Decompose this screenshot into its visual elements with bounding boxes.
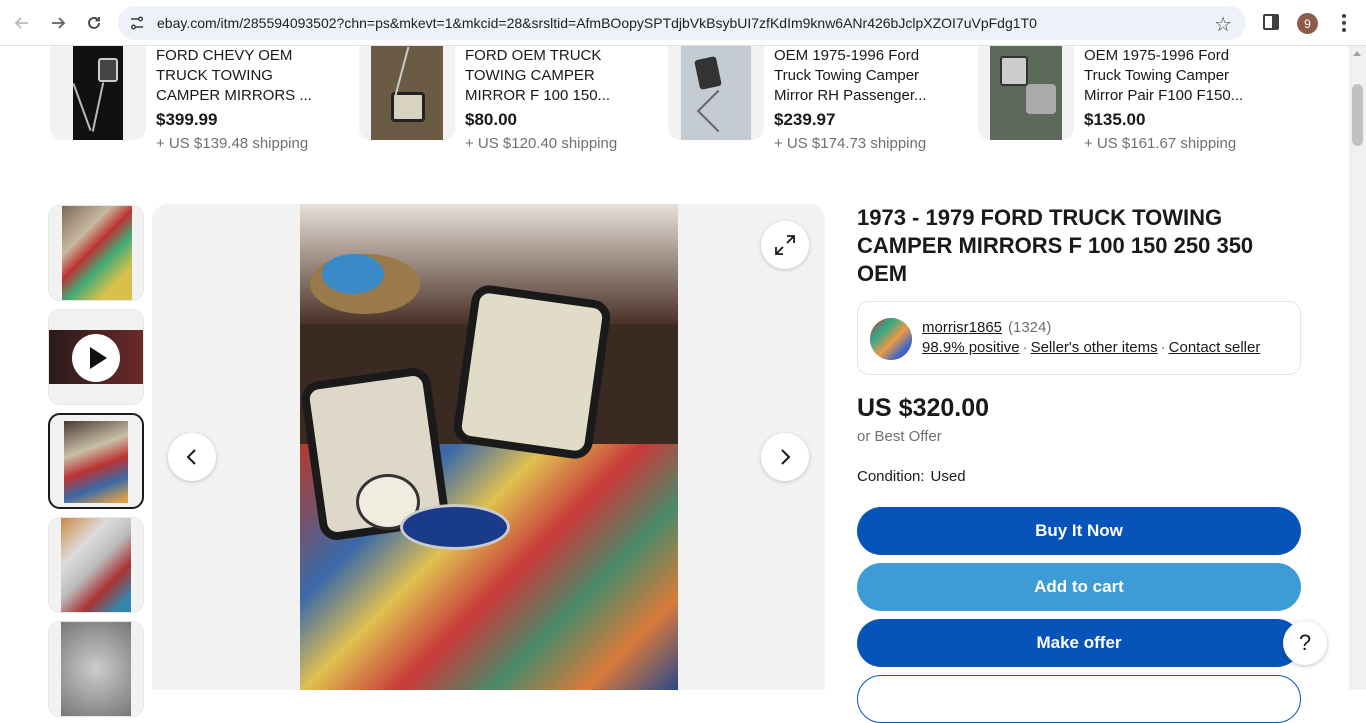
similar-item-shipping: + US $161.67 shipping (1084, 135, 1237, 152)
similar-item-image[interactable] (50, 46, 146, 140)
page-scrollbar[interactable] (1349, 46, 1366, 690)
address-bar[interactable]: ebay.com/itm/285594093502?chn=ps&mkevt=1… (118, 6, 1246, 40)
add-to-cart-button[interactable]: Add to cart (857, 563, 1301, 611)
scroll-thumb[interactable] (1352, 84, 1363, 146)
seller-avatar[interactable] (870, 318, 912, 360)
similar-item-title[interactable]: OEM 1975-1996 Ford Truck Towing Camper M… (1084, 46, 1244, 106)
separator-dot: · (1022, 339, 1028, 356)
similar-item-title[interactable]: FORD CHEVY OEM TRUCK TOWING CAMPER MIRRO… (156, 46, 316, 106)
make-offer-button[interactable]: Make offer (857, 619, 1301, 667)
condition-label: Condition: (857, 468, 925, 485)
star-icon[interactable]: ☆ (1214, 12, 1232, 37)
similar-item-card[interactable]: OEM 1975-1996 Ford Truck Towing Camper M… (668, 46, 958, 166)
reload-button[interactable] (80, 9, 108, 37)
side-panel-icon[interactable] (1263, 14, 1279, 30)
seller-positive-link[interactable]: 98.9% positive (922, 339, 1020, 356)
arrow-right-icon (52, 17, 66, 29)
similar-item-price: $399.99 (156, 110, 218, 129)
url-text: ebay.com/itm/285594093502?chn=ps&mkevt=1… (157, 15, 1037, 31)
gallery-thumbnail[interactable] (48, 621, 144, 717)
seller-other-items-link[interactable]: Seller's other items (1031, 339, 1158, 356)
previous-image-button[interactable] (168, 433, 216, 481)
expand-button[interactable] (761, 221, 809, 269)
similar-item-card[interactable]: OEM 1975-1996 Ford Truck Towing Camper M… (978, 46, 1268, 166)
gallery-thumbnail[interactable] (48, 205, 144, 301)
arrow-left-icon (14, 17, 28, 29)
best-offer-label: or Best Offer (857, 428, 942, 445)
chevron-left-icon (186, 449, 196, 465)
expand-icon (775, 235, 795, 255)
buy-it-now-button[interactable]: Buy It Now (857, 507, 1301, 555)
chevron-right-icon (781, 449, 791, 465)
play-icon[interactable] (72, 334, 120, 382)
similar-item-image[interactable] (359, 46, 455, 140)
item-price: US $320.00 (857, 394, 990, 422)
similar-item-shipping: + US $174.73 shipping (774, 135, 927, 152)
similar-item-shipping: + US $120.40 shipping (465, 135, 618, 152)
similar-item-price: $80.00 (465, 110, 517, 129)
scroll-up-arrow-icon[interactable] (1353, 51, 1361, 56)
gallery-thumbnail[interactable] (48, 517, 144, 613)
separator-dot: · (1160, 339, 1166, 356)
reload-icon (88, 17, 100, 29)
similar-item-image[interactable] (978, 46, 1074, 140)
next-image-button[interactable] (761, 433, 809, 481)
seller-card: morrisr1865 (1324) 98.9% positive · Seller… (857, 301, 1301, 375)
seller-feedback-count: (1324) (1008, 319, 1052, 336)
watchlist-button[interactable] (857, 675, 1301, 723)
condition-value[interactable]: Used (931, 468, 966, 485)
contact-seller-link[interactable]: Contact seller (1169, 339, 1261, 356)
browser-menu-icon[interactable] (1334, 10, 1354, 36)
condition-row: Condition: Used (857, 468, 966, 485)
seller-links: 98.9% positive · Seller's other items · Cont… (922, 339, 1260, 356)
tune-icon[interactable] (128, 14, 146, 32)
similar-item-shipping: + US $139.48 shipping (156, 135, 309, 152)
similar-item-card[interactable]: FORD OEM TRUCK TOWING CAMPER MIRROR F 10… (359, 46, 649, 166)
similar-item-title[interactable]: OEM 1975-1996 Ford Truck Towing Camper M… (774, 46, 934, 106)
forward-button[interactable] (44, 9, 72, 37)
profile-avatar[interactable]: 9 (1297, 13, 1318, 34)
similar-item-price: $135.00 (1084, 110, 1146, 129)
item-title: 1973 - 1979 FORD TRUCK TOWING CAMPER MIR… (857, 205, 1254, 286)
gallery-thumbnail-selected[interactable] (48, 413, 144, 509)
similar-item-image[interactable] (668, 46, 764, 140)
similar-item-title[interactable]: FORD OEM TRUCK TOWING CAMPER MIRROR F 10… (465, 46, 625, 106)
main-product-photo (300, 204, 678, 690)
help-button[interactable]: ? (1283, 621, 1327, 665)
browser-toolbar: ebay.com/itm/285594093502?chn=ps&mkevt=1… (0, 0, 1366, 46)
gallery-video-thumbnail[interactable] (48, 309, 144, 405)
back-button[interactable] (8, 9, 36, 37)
similar-item-card[interactable]: FORD CHEVY OEM TRUCK TOWING CAMPER MIRRO… (50, 46, 340, 166)
seller-name-link[interactable]: morrisr1865 (922, 319, 1002, 336)
main-image-viewer[interactable] (152, 204, 825, 690)
similar-item-price: $239.97 (774, 110, 836, 129)
